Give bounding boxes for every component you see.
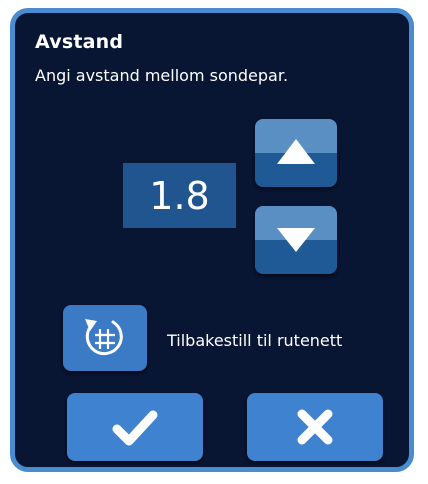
confirm-button[interactable] bbox=[67, 393, 203, 461]
reset-to-grid-button[interactable] bbox=[63, 305, 147, 371]
triangle-down-icon bbox=[277, 228, 315, 252]
dialog-title: Avstand bbox=[35, 31, 124, 53]
grid-reset-icon bbox=[85, 319, 123, 356]
spacing-dialog: Avstand Angi avstand mellom sondepar. 1.… bbox=[10, 8, 414, 472]
spacing-value: 1.8 bbox=[149, 173, 210, 218]
increase-button[interactable] bbox=[255, 119, 337, 187]
checkmark-icon bbox=[112, 410, 158, 446]
reset-to-grid-label: Tilbakestill til rutenett bbox=[167, 331, 343, 350]
decrease-button[interactable] bbox=[255, 206, 337, 274]
triangle-up-icon bbox=[277, 139, 315, 164]
dialog-subtitle: Angi avstand mellom sondepar. bbox=[35, 66, 289, 85]
spacing-value-display: 1.8 bbox=[123, 163, 236, 228]
close-icon bbox=[297, 409, 333, 445]
cancel-button[interactable] bbox=[247, 393, 383, 461]
